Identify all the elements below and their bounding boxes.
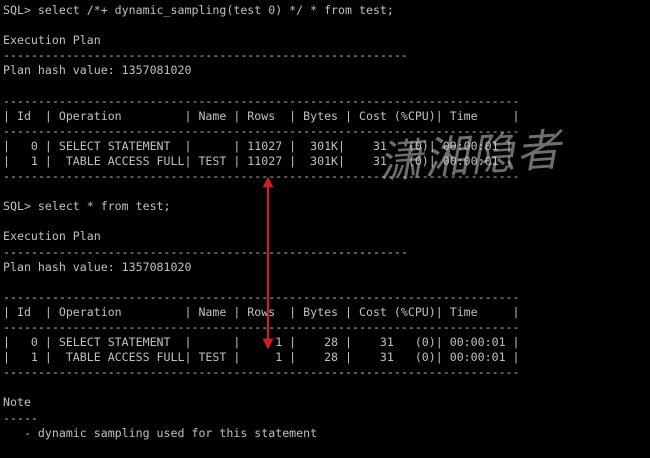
console-line: ----- xyxy=(3,410,38,425)
console-line: ----------------------------------------… xyxy=(3,48,408,63)
sql-plus-console[interactable]: SQL> select /*+ dynamic_sampling(test 0)… xyxy=(0,0,650,458)
console-line: | 0 | SELECT STATEMENT | | 1 | 28 | 31 (… xyxy=(3,335,520,350)
console-line: ----------------------------------------… xyxy=(3,289,520,304)
console-line: Plan hash value: 1357081020 xyxy=(3,63,192,78)
console-line: | 1 | TABLE ACCESS FULL| TEST | 1 | 28 |… xyxy=(3,350,520,365)
console-line: - dynamic sampling used for this stateme… xyxy=(3,425,318,440)
console-line: | Id | Operation | Name | Rows | Bytes |… xyxy=(3,304,520,319)
console-line: Note xyxy=(3,395,31,410)
console-line: Plan hash value: 1357081020 xyxy=(3,259,192,274)
console-line: | 1 | TABLE ACCESS FULL| TEST | 11027 | … xyxy=(3,153,513,168)
console-line: ----------------------------------------… xyxy=(3,123,520,138)
console-line: SQL> select * from test; xyxy=(3,199,171,214)
console-line: | 0 | SELECT STATEMENT | | 11027 | 301K|… xyxy=(3,138,513,153)
console-line: ----------------------------------------… xyxy=(3,319,520,334)
console-line: SQL> select /*+ dynamic_sampling(test 0)… xyxy=(3,3,394,17)
console-line: ----------------------------------------… xyxy=(3,244,408,259)
console-line: | Id | Operation | Name | Rows | Bytes |… xyxy=(3,108,520,123)
console-line: ----------------------------------------… xyxy=(3,93,520,108)
console-line: Execution Plan xyxy=(3,33,101,48)
console-line: Execution Plan xyxy=(3,229,101,244)
console-line: ----------------------------------------… xyxy=(3,365,520,380)
console-line: ----------------------------------------… xyxy=(3,169,520,184)
